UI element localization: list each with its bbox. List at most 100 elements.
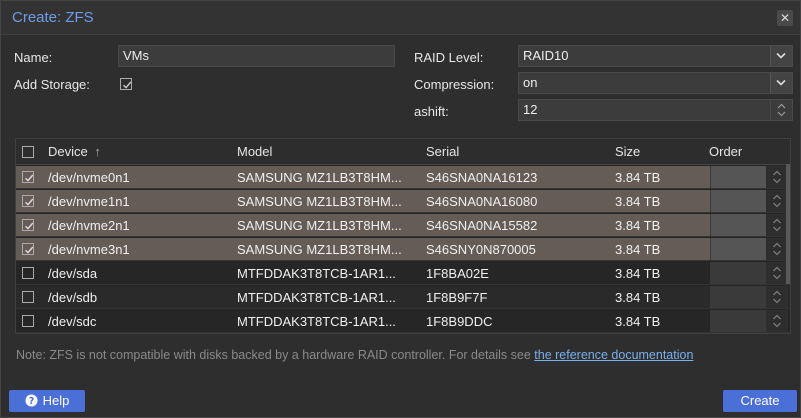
reference-doc-link[interactable]: the reference documentation (534, 348, 693, 362)
table-row[interactable]: /dev/nvme2n1 SAMSUNG MZ1LB3T8HM... S46SNA0… (16, 214, 790, 237)
sort-asc-icon: ↑ (94, 144, 101, 159)
name-label: Name: (14, 50, 53, 65)
grid-header: Device ↑ Model Serial Size Order (16, 139, 790, 165)
table-row[interactable]: /dev/nvme3n1 SAMSUNG MZ1LB3T8HM... S46SNY0… (16, 238, 790, 261)
raid-level-value: RAID10 (523, 48, 569, 63)
cell-model: MTFDDAK3T8TCB-1AR1... (237, 314, 396, 329)
ashift-input[interactable]: 12 (518, 99, 793, 121)
order-spinner[interactable] (766, 166, 788, 188)
cell-serial: S46SNA0NA15582 (426, 218, 538, 233)
cell-serial: S46SNY0N870005 (426, 242, 536, 257)
cell-size: 3.84 TB (615, 266, 661, 281)
spinner-arrows-icon (773, 194, 781, 208)
order-spinner[interactable] (766, 238, 788, 260)
cell-model: SAMSUNG MZ1LB3T8HM... (237, 218, 402, 233)
cell-serial: S46SNA0NA16123 (426, 170, 538, 185)
order-input[interactable] (710, 310, 767, 332)
order-input[interactable] (710, 262, 767, 284)
note-text: Note: ZFS is not compatible with disks b… (16, 348, 535, 362)
order-input[interactable] (710, 238, 767, 260)
compression-select[interactable]: on (518, 72, 793, 94)
close-icon[interactable]: ✕ (777, 10, 793, 26)
cell-size: 3.84 TB (615, 194, 661, 209)
column-size[interactable]: Size (615, 144, 640, 159)
row-checkbox[interactable] (22, 219, 34, 231)
table-row[interactable]: /dev/sdc MTFDDAK3T8TCB-1AR1... 1F8B9DDC 3.8… (16, 310, 790, 333)
order-input[interactable] (710, 214, 767, 236)
select-all-checkbox[interactable] (22, 146, 34, 158)
check-icon (123, 81, 132, 89)
cell-device: /dev/sda (48, 266, 98, 281)
spinner-arrows-icon (777, 103, 786, 117)
row-checkbox[interactable] (22, 315, 34, 327)
svg-text:?: ? (28, 396, 33, 407)
cell-device: /dev/sdc (48, 314, 97, 329)
cell-device: /dev/nvme1n1 (48, 194, 130, 209)
cell-device: /dev/nvme2n1 (48, 218, 130, 233)
cell-serial: 1F8B9DDC (426, 314, 493, 329)
create-button[interactable]: Create (723, 390, 797, 412)
cell-model: SAMSUNG MZ1LB3T8HM... (237, 170, 402, 185)
add-storage-label: Add Storage: (14, 77, 90, 92)
order-spinner[interactable] (766, 214, 788, 236)
table-row[interactable]: /dev/sda MTFDDAK3T8TCB-1AR1... 1F8BA02E 3.8… (16, 262, 790, 285)
dialog-title: Create: ZFS (12, 9, 94, 26)
row-checkbox[interactable] (22, 243, 34, 255)
cell-device: /dev/nvme3n1 (48, 242, 130, 257)
compression-label: Compression: (414, 77, 495, 92)
table-row[interactable]: /dev/nvme0n1 SAMSUNG MZ1LB3T8HM... S46SNA0… (16, 166, 790, 189)
row-checkbox[interactable] (22, 171, 34, 183)
order-input[interactable] (710, 190, 767, 212)
order-spinner[interactable] (766, 286, 788, 308)
check-icon (25, 174, 34, 182)
column-model[interactable]: Model (237, 144, 272, 159)
spinner-arrows-icon (773, 290, 781, 304)
row-checkbox[interactable] (22, 267, 34, 279)
cell-model: MTFDDAK3T8TCB-1AR1... (237, 290, 396, 305)
order-input[interactable] (710, 286, 767, 308)
cell-serial: 1F8B9F7F (426, 290, 488, 305)
cell-size: 3.84 TB (615, 218, 661, 233)
cell-size: 3.84 TB (615, 242, 661, 257)
raid-level-label: RAID Level: (414, 50, 484, 65)
name-input[interactable]: VMs (118, 45, 395, 67)
column-device[interactable]: Device ↑ (48, 144, 101, 159)
raid-level-select[interactable]: RAID10 (518, 45, 793, 67)
cell-size: 3.84 TB (615, 314, 661, 329)
order-spinner[interactable] (766, 190, 788, 212)
compression-trigger[interactable] (770, 73, 792, 93)
spinner-arrows-icon (773, 266, 781, 280)
cell-size: 3.84 TB (615, 170, 661, 185)
ashift-spinner[interactable] (770, 100, 792, 120)
ashift-label: ashift: (414, 104, 449, 119)
spinner-arrows-icon (773, 218, 781, 232)
chevron-down-icon (776, 52, 786, 59)
table-row[interactable]: /dev/sdb MTFDDAK3T8TCB-1AR1... 1F8B9F7F 3.8… (16, 286, 790, 309)
check-icon (25, 222, 34, 230)
check-icon (25, 198, 34, 206)
add-storage-checkbox[interactable] (120, 78, 132, 90)
order-spinner[interactable] (766, 262, 788, 284)
raid-note: Note: ZFS is not compatible with disks b… (16, 348, 693, 362)
check-icon (25, 246, 34, 254)
help-button[interactable]: ? Help (9, 390, 85, 412)
cell-device: /dev/sdb (48, 290, 98, 305)
create-zfs-dialog: Create: ZFS ✕ Name: VMs Add Storage: RAI… (0, 0, 801, 418)
grid-scrollbar[interactable] (786, 164, 790, 284)
question-circle-icon: ? (25, 394, 38, 407)
row-checkbox[interactable] (22, 195, 34, 207)
column-order[interactable]: Order (709, 144, 742, 159)
ashift-value: 12 (523, 102, 538, 117)
column-serial[interactable]: Serial (426, 144, 459, 159)
order-spinner[interactable] (766, 310, 788, 332)
raid-level-trigger[interactable] (770, 46, 792, 66)
table-row[interactable]: /dev/nvme1n1 SAMSUNG MZ1LB3T8HM... S46SNA0… (16, 190, 790, 213)
cell-device: /dev/nvme0n1 (48, 170, 130, 185)
chevron-down-icon (776, 79, 786, 86)
disk-grid: Device ↑ Model Serial Size Order /dev/nv… (15, 138, 791, 334)
row-checkbox[interactable] (22, 291, 34, 303)
order-input[interactable] (710, 166, 767, 188)
dialog-titlebar: Create: ZFS ✕ (1, 1, 800, 35)
cell-serial: 1F8BA02E (426, 266, 489, 281)
cell-size: 3.84 TB (615, 290, 661, 305)
